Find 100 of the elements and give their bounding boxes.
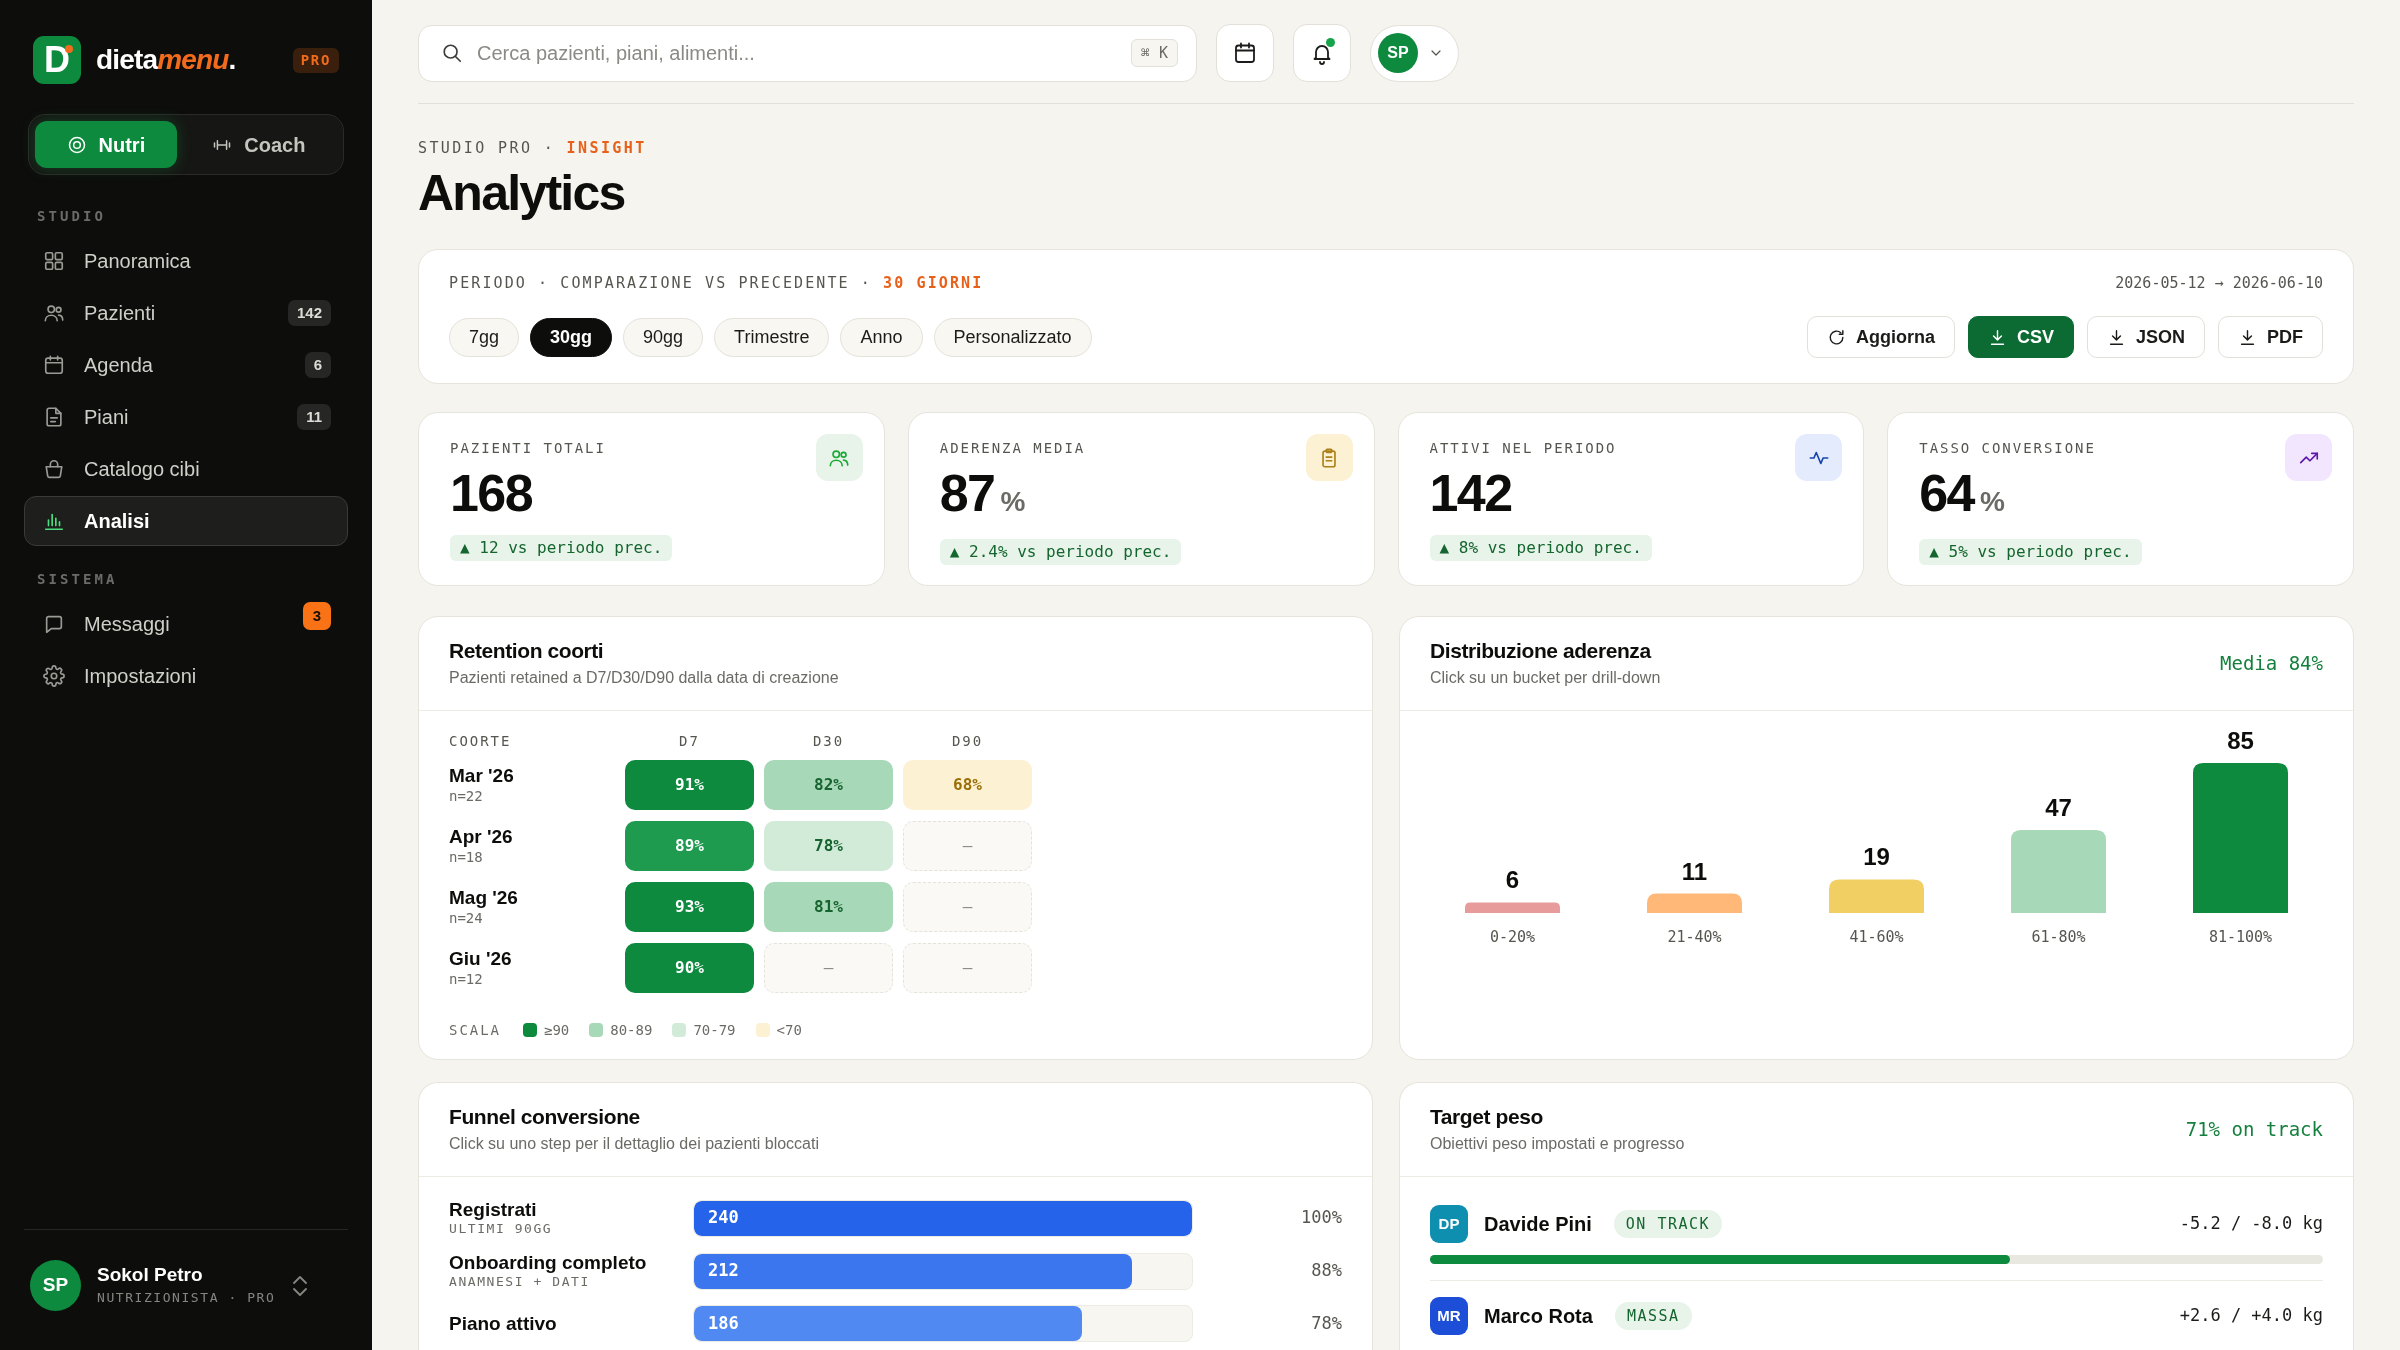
weight-change: +2.6 / +4.0 kg (2179, 1304, 2323, 1328)
card-title: Distribuzione aderenza (1430, 639, 1653, 663)
user-avatar: SP (30, 1260, 81, 1311)
user-name: Sokol Petro (97, 1264, 204, 1286)
stat-value: 142 (1429, 467, 1512, 519)
period-option[interactable]: 30gg (530, 318, 613, 357)
empty-cell: – (903, 943, 1032, 993)
nav-item[interactable]: Catalogo cibi (24, 444, 348, 494)
retention-cell: 68% (903, 760, 1032, 810)
trend-badge: ▲ 2.4% vs periodo prec. (939, 539, 1182, 565)
retention-cell: 78% (764, 821, 893, 871)
period-option[interactable]: Trimestre (714, 318, 830, 357)
refresh-button[interactable]: Aggiorna (1806, 316, 1955, 358)
bar-label: 21-40% (1667, 928, 1722, 946)
nav-item[interactable]: Agenda 6 (24, 340, 348, 390)
shortcut-hint: ⌘ K (1130, 39, 1178, 67)
bar-label: 81-100% (2208, 928, 2273, 946)
empty-cell: – (903, 882, 1032, 932)
card-subtitle: Click su uno step per il dettaglio dei pazienti bloccati (449, 1134, 819, 1154)
settings-icon (43, 665, 65, 687)
legend-text: ≥90 (543, 1022, 570, 1038)
chart-bar[interactable] (1829, 879, 1924, 913)
search-field[interactable]: Cerca pazienti, piani, alimenti... ⌘ K (418, 24, 1197, 82)
bar-label: 61-80% (2031, 928, 2086, 946)
legend-text: 80-89 (610, 1022, 653, 1038)
stat-label: ADERENZA MEDIA (939, 440, 1086, 456)
nav-item[interactable]: Pazienti 142 (24, 288, 348, 338)
step-caption: ULTIMI 90GG (449, 1220, 554, 1237)
document-icon (43, 406, 65, 428)
export-button[interactable]: PDF (2218, 316, 2323, 358)
nav-item[interactable]: Impostazioni (24, 651, 348, 701)
refresh-icon (1826, 327, 1846, 347)
patient-avatar: MR (1430, 1297, 1468, 1335)
cohort-size: n=22 (449, 787, 484, 805)
period-label: PERIODO · COMPARAZIONE VS PRECEDENTE · 30 GIORNI (449, 273, 985, 293)
export-button[interactable]: CSV (1967, 316, 2074, 358)
patient-avatar: DP (1430, 1205, 1468, 1243)
column-header: D7 (678, 733, 701, 749)
trend-badge: ▲ 12 vs periodo prec. (450, 535, 673, 561)
funnel-bar[interactable]: 240 (694, 1200, 1192, 1236)
chart-bar[interactable] (1465, 902, 1560, 913)
nav-item[interactable]: Panoramica (24, 236, 348, 286)
stat-label: PAZIENTI TOTALI (450, 440, 606, 456)
chart-bar[interactable] (2193, 763, 2288, 913)
cohort-size: n=18 (449, 848, 484, 866)
page-title: Analytics (418, 168, 626, 218)
stat-value: 168 (450, 467, 533, 519)
page-eyebrow: STUDIO PRO · INSIGHT (418, 140, 648, 156)
bar-value: 19 (1863, 843, 1890, 871)
brand-name: dietamenu. (96, 44, 236, 76)
period-option[interactable]: 90gg (623, 318, 704, 357)
legend-text: 70-79 (693, 1022, 736, 1038)
step-share: 78% (1310, 1311, 1342, 1335)
period-option[interactable]: Personalizzato (933, 318, 1092, 357)
count-badge: 142 (287, 300, 331, 326)
export-button[interactable]: JSON (2086, 316, 2205, 358)
retention-cell: 89% (625, 821, 754, 871)
retention-cell: 82% (764, 760, 893, 810)
cohort-size: n=24 (449, 909, 484, 927)
column-header: D90 (950, 733, 985, 749)
step-share: 88% (1310, 1259, 1342, 1283)
retention-cell: 90% (625, 943, 754, 993)
chat-icon (43, 613, 65, 635)
grid-icon (43, 250, 65, 272)
trend-badge: ▲ 5% vs periodo prec. (1919, 539, 2142, 565)
count-badge: 3 (302, 602, 331, 630)
nav-item[interactable]: Messaggi 3 (24, 599, 348, 649)
search-input[interactable]: Cerca pazienti, piani, alimenti... (477, 38, 1117, 68)
notifications-button[interactable] (1293, 24, 1351, 82)
mode-tab[interactable]: Nutri (35, 121, 177, 168)
step-name: Registrati (449, 1199, 538, 1220)
chart-bar[interactable] (2011, 830, 2106, 913)
user-menu-button[interactable]: SP (1370, 24, 1459, 82)
calendar-button[interactable] (1216, 24, 1274, 82)
stat-value: 64 (1919, 467, 1974, 519)
users-icon (43, 302, 65, 324)
stat-value: 87 (939, 467, 995, 519)
status-tag: MASSA (1614, 1302, 1692, 1330)
bar-value: 11 (1681, 857, 1708, 885)
trend-badge: ▲ 8% vs periodo prec. (1429, 535, 1652, 561)
empty-cell: – (764, 943, 893, 993)
period-option[interactable]: Anno (840, 318, 923, 357)
funnel-bar[interactable]: 212 (694, 1253, 1133, 1289)
cohort-name: Apr '26 (449, 826, 514, 848)
patient-name: Davide Pini (1484, 1212, 1592, 1236)
legend-label: SCALA (449, 1022, 501, 1038)
plan-tag: PRO (292, 47, 339, 73)
calendar-icon (43, 354, 65, 376)
download-icon (2238, 327, 2257, 347)
count-badge: 6 (304, 352, 331, 378)
nav-item[interactable]: Piani 11 (24, 392, 348, 442)
bar-label: 41-60% (1849, 928, 1904, 946)
period-option[interactable]: 7gg (449, 318, 520, 357)
brand-logo: D (33, 36, 81, 84)
chart-bar[interactable] (1647, 893, 1742, 913)
nav-item[interactable]: Analisi (24, 496, 348, 546)
mode-tab[interactable]: Coach (180, 121, 337, 168)
calendar-icon (1233, 41, 1257, 65)
legend-text: <70 (776, 1022, 802, 1038)
step-name: Piano attivo (449, 1313, 558, 1334)
